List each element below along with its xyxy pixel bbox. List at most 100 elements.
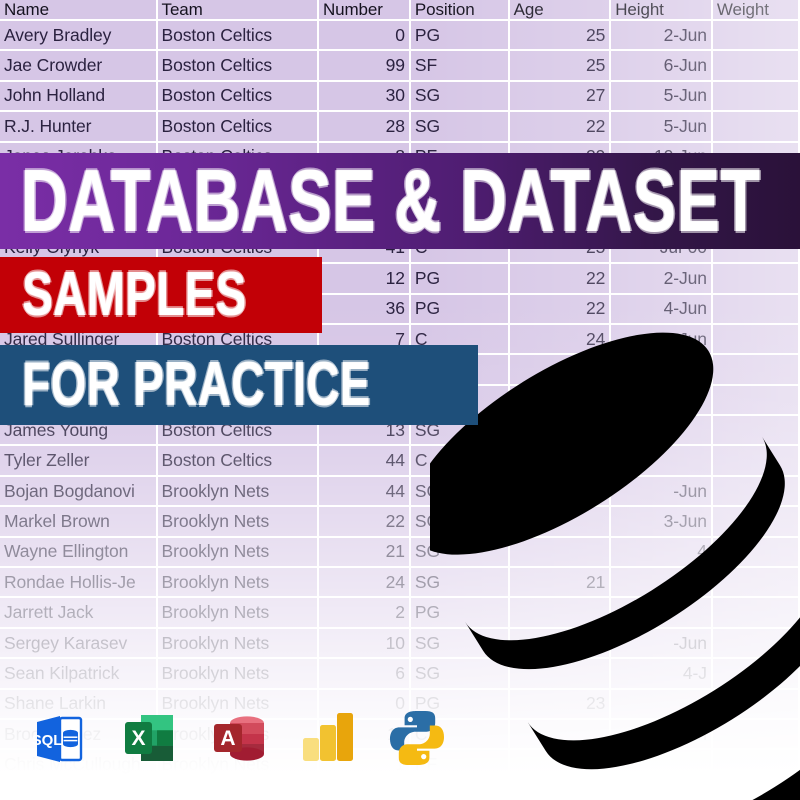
cell-age[interactable] bbox=[510, 750, 612, 779]
table-row[interactable]: Wayne Ellington Brooklyn Nets 21 SG 4 bbox=[0, 537, 800, 569]
cell-name[interactable]: Rondae Hollis-Je bbox=[0, 568, 158, 597]
cell-age[interactable]: 22 bbox=[510, 112, 612, 141]
cell-weight[interactable] bbox=[713, 446, 800, 475]
cell-weight[interactable] bbox=[713, 294, 800, 323]
cell-team[interactable]: Boston Celtics bbox=[158, 446, 319, 475]
cell-position[interactable]: SG bbox=[411, 112, 510, 141]
cell-name[interactable]: Wayne Ellington bbox=[0, 537, 158, 567]
cell-team[interactable]: Brooklyn Nets bbox=[158, 659, 319, 688]
cell-position[interactable]: C bbox=[411, 446, 510, 475]
cell-team[interactable]: Brooklyn Nets bbox=[158, 780, 319, 800]
cell-name[interactable]: John Holland bbox=[0, 81, 158, 111]
table-row[interactable]: Jae Crowder Boston Celtics 99 SF 25 6-Jun bbox=[0, 51, 800, 82]
cell-team[interactable]: Brooklyn Nets bbox=[158, 628, 319, 658]
cell-number[interactable]: 10 bbox=[319, 628, 411, 658]
table-row[interactable]: R.J. Hunter Boston Celtics 28 SG 22 5-Jun bbox=[0, 112, 800, 143]
cell-number[interactable]: 6 bbox=[319, 659, 411, 688]
cell-age[interactable] bbox=[510, 598, 612, 627]
column-header-height[interactable]: Height bbox=[611, 0, 713, 19]
table-row[interactable]: Tyler Zeller Boston Celtics 44 C bbox=[0, 446, 800, 477]
cell-team[interactable]: Brooklyn Nets bbox=[158, 476, 319, 506]
cell-age[interactable]: 22 bbox=[510, 294, 612, 323]
cell-height[interactable]: 3-Jun bbox=[611, 507, 713, 536]
cell-name[interactable]: Avery Bradley bbox=[0, 21, 158, 50]
cell-position[interactable]: PG bbox=[411, 598, 510, 627]
table-row[interactable]: Jarrett Jack Brooklyn Nets 2 PG bbox=[0, 598, 800, 629]
cell-weight[interactable] bbox=[713, 659, 800, 688]
column-header-weight[interactable]: Weight bbox=[713, 0, 800, 19]
cell-name[interactable]: Markel Brown bbox=[0, 507, 158, 536]
cell-height[interactable]: 9-Jun bbox=[611, 324, 713, 354]
cell-weight[interactable] bbox=[713, 598, 800, 627]
cell-team[interactable]: Brooklyn Nets bbox=[158, 537, 319, 567]
cell-height[interactable]: 4 bbox=[611, 537, 713, 567]
cell-height[interactable] bbox=[611, 446, 713, 475]
table-row[interactable]: Sean Kilpatrick Brooklyn Nets 6 SG 4-J bbox=[0, 659, 800, 690]
cell-weight[interactable] bbox=[713, 416, 800, 445]
column-header-age[interactable]: Age bbox=[510, 0, 612, 19]
cell-team[interactable]: Brooklyn Nets bbox=[158, 507, 319, 536]
cell-weight[interactable] bbox=[713, 507, 800, 536]
cell-weight[interactable] bbox=[713, 385, 800, 415]
column-header-team[interactable]: Team bbox=[158, 0, 319, 19]
cell-name[interactable]: R.J. Hunter bbox=[0, 112, 158, 141]
cell-height[interactable]: 4-Jun bbox=[611, 294, 713, 323]
cell-position[interactable]: SG bbox=[411, 476, 510, 506]
cell-height[interactable]: 6-Jun bbox=[611, 51, 713, 80]
cell-weight[interactable] bbox=[713, 51, 800, 80]
cell-number[interactable]: 24 bbox=[319, 568, 411, 597]
cell-age[interactable]: 25 bbox=[510, 21, 612, 50]
cell-weight[interactable] bbox=[713, 719, 800, 749]
cell-height[interactable]: -Jun bbox=[611, 628, 713, 658]
cell-age[interactable]: 27 bbox=[510, 81, 612, 111]
cell-age[interactable]: 24 bbox=[510, 324, 612, 354]
cell-weight[interactable] bbox=[713, 324, 800, 354]
cell-age[interactable]: 22 bbox=[510, 264, 612, 293]
cell-team[interactable]: Boston Celtics bbox=[158, 112, 319, 141]
table-row[interactable]: John Holland Boston Celtics 30 SG 27 5-Jun bbox=[0, 81, 800, 113]
cell-team[interactable]: Brooklyn Nets bbox=[158, 568, 319, 597]
cell-position[interactable]: SG bbox=[411, 568, 510, 597]
cell-height[interactable] bbox=[611, 598, 713, 627]
cell-name[interactable]: Tyler Zeller bbox=[0, 446, 158, 475]
cell-number[interactable]: 2 bbox=[319, 598, 411, 627]
cell-position[interactable]: PG bbox=[411, 264, 510, 293]
cell-position[interactable]: SG bbox=[411, 537, 510, 567]
cell-age[interactable]: 27 bbox=[510, 385, 612, 415]
cell-age[interactable] bbox=[510, 476, 612, 506]
cell-position[interactable]: PG bbox=[411, 294, 510, 323]
cell-weight[interactable] bbox=[713, 476, 800, 506]
cell-age[interactable] bbox=[510, 780, 612, 800]
table-row[interactable]: Rondae Hollis-Je Brooklyn Nets 24 SG 21 bbox=[0, 568, 800, 599]
cell-position[interactable]: SG bbox=[411, 81, 510, 111]
cell-height[interactable]: 1-Jun bbox=[611, 719, 713, 749]
cell-height[interactable] bbox=[611, 750, 713, 779]
cell-number[interactable]: 28 bbox=[319, 112, 411, 141]
cell-age[interactable]: 23 bbox=[510, 689, 612, 718]
cell-team[interactable]: Brooklyn Nets bbox=[158, 598, 319, 627]
cell-weight[interactable] bbox=[713, 537, 800, 567]
table-row[interactable]: Markel Brown Brooklyn Nets 22 SG 3-Jun bbox=[0, 507, 800, 538]
cell-number[interactable]: 0 bbox=[319, 21, 411, 50]
cell-number[interactable]: 30 bbox=[319, 81, 411, 111]
cell-age[interactable] bbox=[510, 628, 612, 658]
cell-name[interactable]: Bojan Bogdanovi bbox=[0, 476, 158, 506]
cell-position[interactable]: SF bbox=[411, 51, 510, 80]
cell-name[interactable]: Sean Kilpatrick bbox=[0, 659, 158, 688]
cell-weight[interactable] bbox=[713, 780, 800, 800]
cell-team[interactable]: Boston Celtics bbox=[158, 51, 319, 80]
cell-age[interactable] bbox=[510, 537, 612, 567]
cell-age[interactable]: 21 bbox=[510, 568, 612, 597]
cell-name[interactable]: Sergey Karasev bbox=[0, 628, 158, 658]
cell-weight[interactable] bbox=[713, 21, 800, 50]
cell-team[interactable]: Boston Celtics bbox=[158, 81, 319, 111]
cell-position[interactable]: C bbox=[411, 780, 510, 800]
cell-number[interactable]: 36 bbox=[319, 294, 411, 323]
cell-age[interactable]: 27 bbox=[510, 355, 612, 384]
cell-number[interactable]: 33 bbox=[319, 780, 411, 800]
cell-weight[interactable] bbox=[713, 112, 800, 141]
cell-name[interactable]: Willie Reed bbox=[0, 780, 158, 800]
cell-height[interactable]: 2-Jun bbox=[611, 264, 713, 293]
table-row[interactable]: Sergey Karasev Brooklyn Nets 10 SG -Jun bbox=[0, 628, 800, 660]
cell-age[interactable] bbox=[510, 719, 612, 749]
